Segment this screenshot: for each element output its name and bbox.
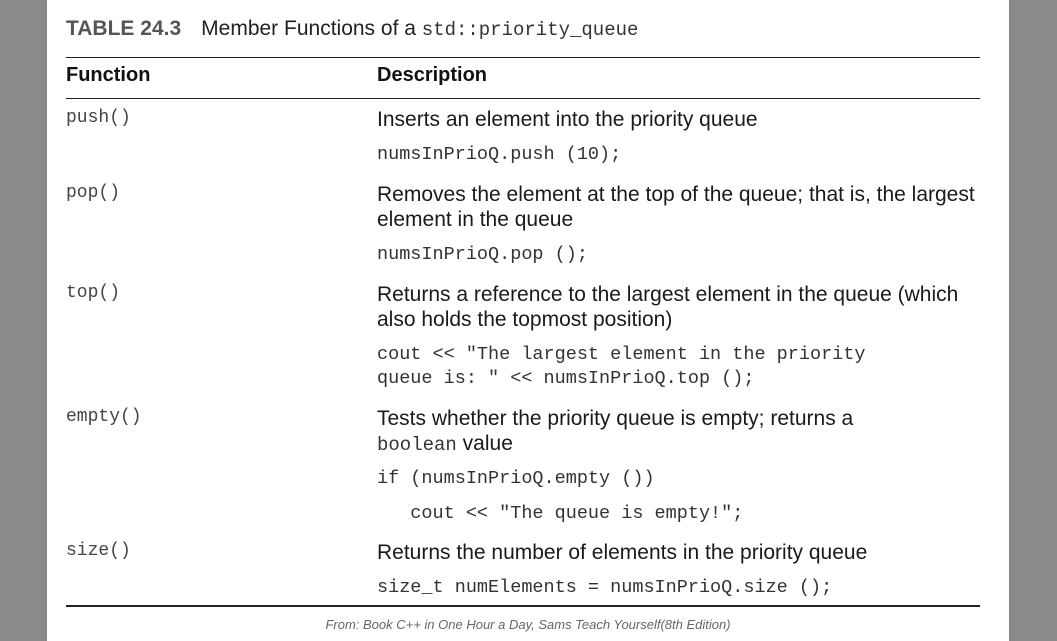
code-example-top: cout << "The largest element in the prio… bbox=[377, 344, 866, 389]
table-title: TABLE 24.3 Member Functions of a std::pri… bbox=[66, 17, 638, 41]
code-example-push: numsInPrioQ.push (10); bbox=[377, 144, 622, 165]
description-push: Inserts an element into the priority que… bbox=[377, 108, 758, 131]
header-rule bbox=[66, 98, 980, 99]
description-top: Returns a reference to the largest eleme… bbox=[377, 283, 959, 331]
table-bottom-rule bbox=[66, 605, 980, 607]
function-name-size: size() bbox=[66, 541, 131, 561]
description-pop: Removes the element at the top of the qu… bbox=[377, 183, 975, 231]
function-name-top: top() bbox=[66, 283, 121, 303]
function-name-empty: empty() bbox=[66, 407, 142, 427]
table-number: TABLE 24.3 bbox=[66, 17, 182, 40]
description-empty: Tests whether the priority queue is empt… bbox=[377, 406, 977, 458]
description-empty-text: Tests whether the priority queue is empt… bbox=[377, 407, 854, 430]
table-title-text: Member Functions of a bbox=[201, 17, 416, 40]
description-size: Returns the number of elements in the pr… bbox=[377, 541, 868, 564]
book-page: TABLE 24.3 Member Functions of a std::pri… bbox=[47, 0, 1009, 641]
description-empty-code: boolean bbox=[377, 434, 457, 456]
function-name-push: push() bbox=[66, 108, 131, 128]
column-header-function: Function bbox=[66, 64, 151, 86]
code-example-pop: numsInPrioQ.pop (); bbox=[377, 244, 588, 265]
table-top-rule bbox=[66, 57, 980, 58]
description-empty-text-end: value bbox=[462, 432, 513, 455]
function-name-pop: pop() bbox=[66, 183, 121, 203]
column-header-description: Description bbox=[377, 64, 488, 86]
source-caption: From: Book C++ in One Hour a Day, Sams T… bbox=[325, 617, 731, 632]
table-title-code: std::priority_queue bbox=[421, 19, 639, 41]
code-example-empty-line-2: cout << "The queue is empty!"; bbox=[377, 503, 744, 524]
code-example-empty: if (numsInPrioQ.empty ()) bbox=[377, 468, 655, 489]
code-example-size: size_t numElements = numsInPrioQ.size ()… bbox=[377, 577, 833, 598]
